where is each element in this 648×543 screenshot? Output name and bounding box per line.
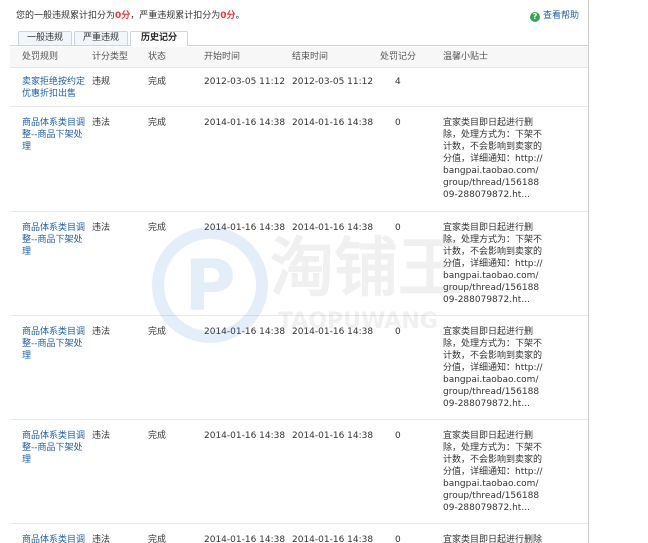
rule-link[interactable]: 商品体系类目调整--商品下架处理 bbox=[22, 117, 90, 153]
start-time: 2014-01-16 14:38 bbox=[204, 535, 286, 543]
start-time: 2014-01-16 14:38 bbox=[204, 327, 286, 337]
table-row: 商品体系类目调整--商品下架处理 违法 完成 2014-01-16 14:38 … bbox=[10, 212, 588, 316]
table-row: 商品体系类目调整--商品下架处理 违法 完成 2014-01-16 14:38 … bbox=[10, 420, 588, 524]
penalty-summary: 您的一般违规累计扣分为0分，严重违规累计扣分为0分。 bbox=[16, 10, 245, 22]
question-circle-icon: ? bbox=[530, 11, 540, 22]
score-type: 违法 bbox=[92, 535, 111, 543]
penalty-points: 4 bbox=[395, 77, 401, 87]
status: 完成 bbox=[148, 118, 167, 128]
penalty-points: 0 bbox=[395, 431, 401, 441]
score-type: 违规 bbox=[92, 77, 111, 87]
summary-prefix: 您的一般违规累计扣分为 bbox=[16, 11, 116, 21]
score-type: 违法 bbox=[92, 223, 111, 233]
end-time: 2012-03-05 11:12 bbox=[292, 77, 374, 87]
tip-text: 宜家类目即日起进行删除 bbox=[443, 535, 543, 543]
start-time: 2012-03-05 11:12 bbox=[204, 77, 286, 87]
penalty-points: 0 bbox=[395, 223, 401, 233]
col-type: 计分类型 bbox=[92, 52, 129, 62]
general-points: 0分 bbox=[115, 11, 131, 21]
col-rule: 处罚规则 bbox=[22, 52, 59, 62]
col-end: 结束时间 bbox=[292, 52, 329, 62]
serious-points: 0分 bbox=[220, 11, 236, 21]
col-status: 状态 bbox=[148, 52, 167, 62]
help-link[interactable]: ? 查看帮助 bbox=[530, 10, 579, 23]
score-type: 违法 bbox=[92, 118, 111, 128]
start-time: 2014-01-16 14:38 bbox=[204, 223, 286, 233]
score-type: 违法 bbox=[92, 431, 111, 441]
violation-records-panel: 您的一般违规累计扣分为0分，严重违规累计扣分为0分。 ? 查看帮助 一般违规 严… bbox=[0, 0, 588, 543]
summary-suffix: 。 bbox=[235, 11, 245, 21]
table-header: 处罚规则 计分类型 状态 开始时间 结束时间 处罚记分 温馨小贴士 bbox=[10, 47, 588, 68]
score-type: 违法 bbox=[92, 327, 111, 337]
table-row: 卖家拒绝按约定优惠折扣出售 违规 完成 2012-03-05 11:12 201… bbox=[10, 68, 588, 107]
tip-text: 宜家类目即日起进行删除，处理方式为：下架不计数，不会影响到卖家的分值，详细通知：… bbox=[443, 118, 543, 200]
table-row: 商品体系类目调整--商品下架处理 违法 完成 2014-01-16 14:38 … bbox=[10, 316, 588, 420]
status: 完成 bbox=[148, 327, 167, 337]
rule-link[interactable]: 商品体系类目调整--商品下架处理 bbox=[22, 430, 90, 466]
tip-text: 宜家类目即日起进行删除，处理方式为：下架不计数，不会影响到卖家的分值，详细通知：… bbox=[443, 327, 543, 409]
penalty-points: 0 bbox=[395, 118, 401, 128]
end-time: 2014-01-16 14:38 bbox=[292, 535, 374, 543]
status: 完成 bbox=[148, 223, 167, 233]
penalty-points: 0 bbox=[395, 327, 401, 337]
end-time: 2014-01-16 14:38 bbox=[292, 327, 374, 337]
end-time: 2014-01-16 14:38 bbox=[292, 431, 374, 441]
table-row: 商品体系类目调整--商品下架处理 违法 完成 2014-01-16 14:38 … bbox=[10, 524, 588, 543]
tab-history-points[interactable]: 历史记分 bbox=[130, 31, 188, 46]
rule-link[interactable]: 商品体系类目调整--商品下架处理 bbox=[22, 222, 90, 258]
end-time: 2014-01-16 14:38 bbox=[292, 223, 374, 233]
help-label: 查看帮助 bbox=[543, 11, 580, 21]
tip-text: 宜家类目即日起进行删除，处理方式为：下架不计数，不会影响到卖家的分值，详细通知：… bbox=[443, 223, 543, 305]
tab-general-violation[interactable]: 一般违规 bbox=[18, 31, 72, 45]
col-start: 开始时间 bbox=[204, 52, 241, 62]
status: 完成 bbox=[148, 431, 167, 441]
tip-text: 宜家类目即日起进行删除，处理方式为：下架不计数，不会影响到卖家的分值，详细通知：… bbox=[443, 431, 543, 513]
table-row: 商品体系类目调整--商品下架处理 违法 完成 2014-01-16 14:38 … bbox=[10, 107, 588, 212]
rule-link[interactable]: 商品体系类目调整--商品下架处理 bbox=[22, 534, 90, 543]
rule-link[interactable]: 商品体系类目调整--商品下架处理 bbox=[22, 326, 90, 362]
summary-middle: ，严重违规累计扣分为 bbox=[130, 11, 221, 21]
penalty-points: 0 bbox=[395, 535, 401, 543]
start-time: 2014-01-16 14:38 bbox=[204, 118, 286, 128]
end-time: 2014-01-16 14:38 bbox=[292, 118, 374, 128]
panel-right-border bbox=[588, 0, 589, 543]
rule-link[interactable]: 卖家拒绝按约定优惠折扣出售 bbox=[22, 76, 90, 100]
tab-bar: 一般违规 严重违规 历史记分 bbox=[10, 30, 588, 46]
col-points: 处罚记分 bbox=[380, 52, 417, 62]
start-time: 2014-01-16 14:38 bbox=[204, 431, 286, 441]
status: 完成 bbox=[148, 535, 167, 543]
tab-serious-violation[interactable]: 严重违规 bbox=[74, 31, 128, 45]
col-tip: 温馨小贴士 bbox=[443, 52, 489, 62]
status: 完成 bbox=[148, 77, 167, 87]
